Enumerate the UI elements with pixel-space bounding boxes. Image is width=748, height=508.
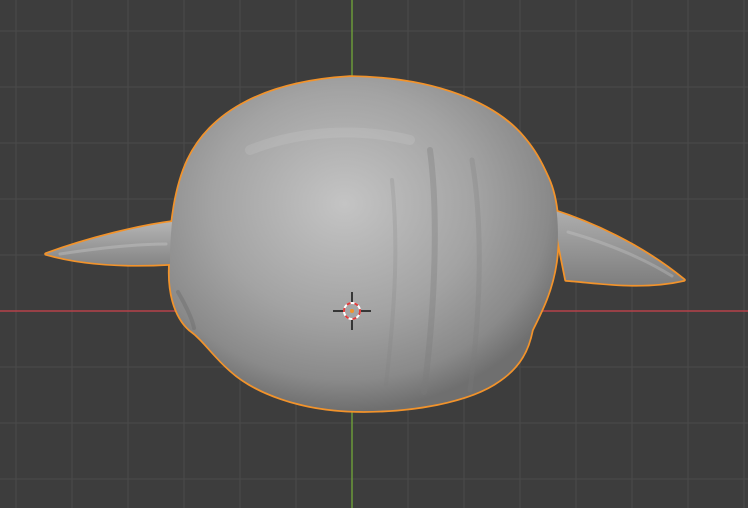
mesh-body [169,77,558,412]
3d-viewport[interactable] [0,0,748,508]
object-origin-dot [350,309,354,313]
viewport-canvas[interactable] [0,0,748,508]
